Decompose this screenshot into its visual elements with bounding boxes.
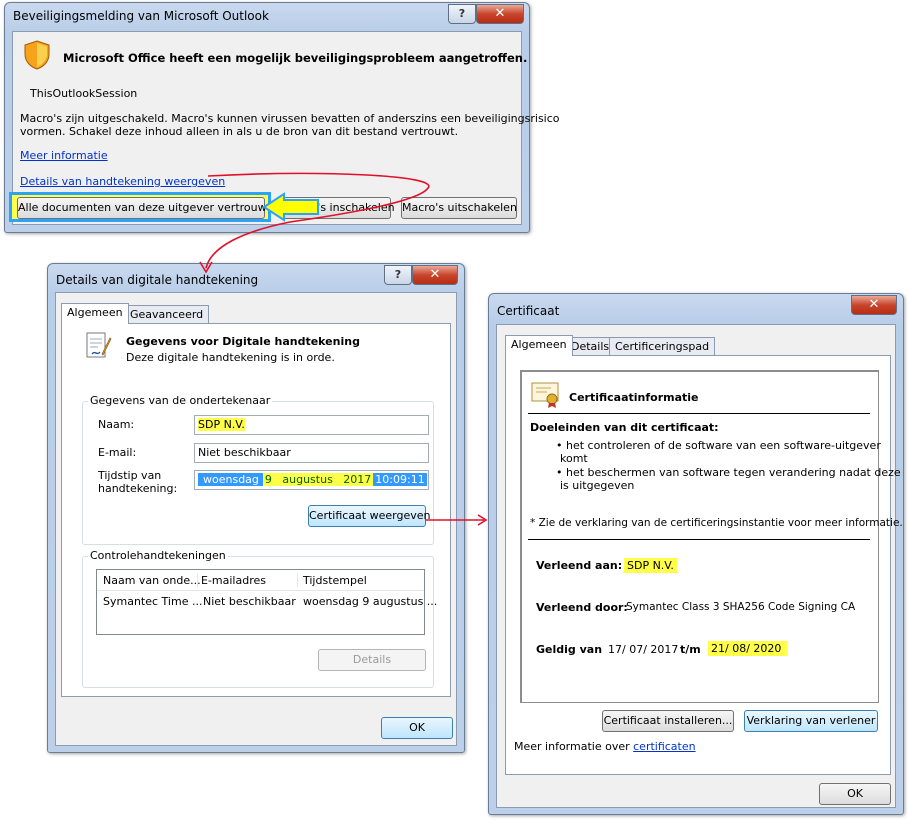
annotation-overlay [199,172,488,526]
callout-arrow [262,192,319,222]
annotation-arrow-curve [205,172,430,269]
tab-general[interactable]: Algemeen [505,335,573,356]
tab-general[interactable]: Algemeen [61,303,129,324]
